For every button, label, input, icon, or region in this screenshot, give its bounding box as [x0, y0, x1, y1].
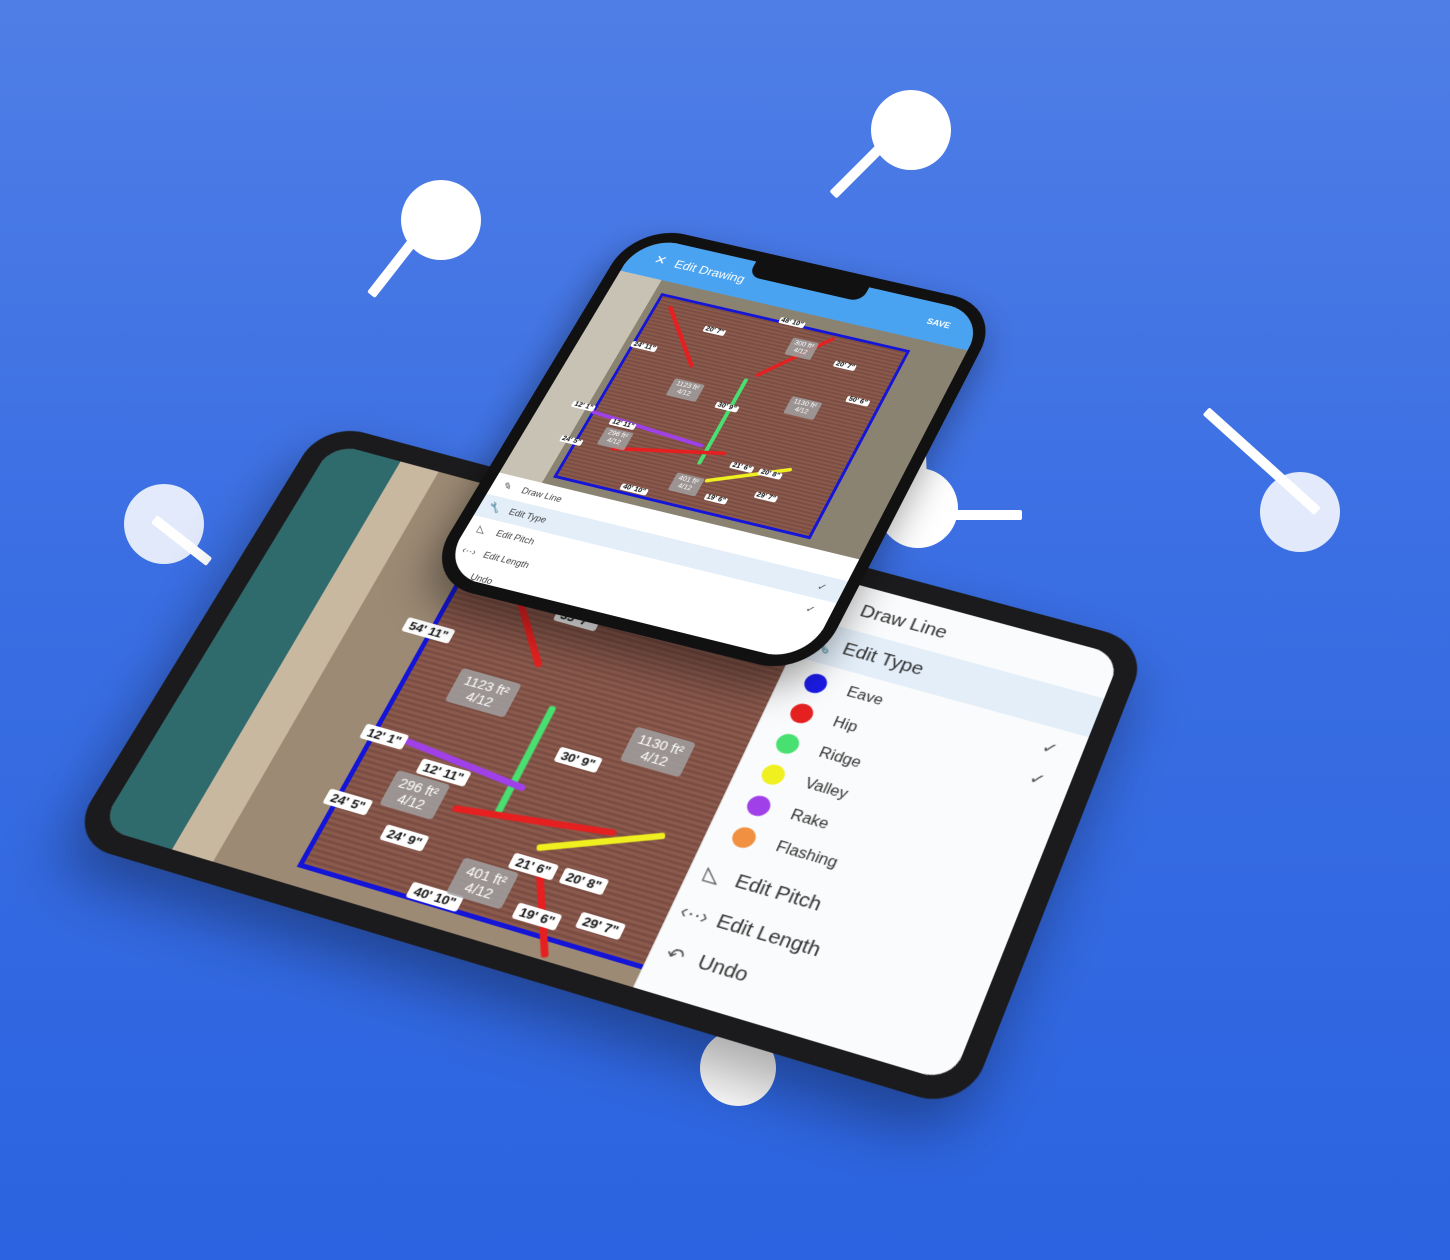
checkmark-icon: ✓ [815, 581, 829, 594]
edit-type-label: Edit Type [506, 506, 549, 525]
edit-type-label: Edit Type [839, 639, 927, 679]
line-type-label: Valley [802, 775, 851, 803]
line-type-label: Ridge [816, 745, 864, 772]
color-swatch [800, 671, 831, 696]
checkmark-icon: ✓ [803, 603, 818, 616]
draw-line-label: Draw Line [519, 485, 565, 505]
close-icon[interactable]: ✕ [651, 252, 671, 268]
color-swatch [728, 824, 760, 851]
color-swatch [772, 731, 803, 757]
line-type-label: Hip [830, 714, 860, 736]
line-type-label: Rake [787, 807, 832, 833]
undo-label: Undo [694, 951, 752, 987]
page-title: Edit Drawing [672, 257, 749, 286]
color-swatch [786, 701, 817, 726]
undo-label: Undo [468, 571, 495, 587]
checkmark-icon: ✓ [1026, 767, 1049, 790]
save-button[interactable]: SAVE [925, 317, 952, 330]
edit-pitch-label: Edit Pitch [494, 528, 537, 547]
measurement-label[interactable]: 12' 1" [570, 400, 597, 412]
line-type-label: Flashing [773, 838, 841, 872]
line-type-label: Eave [844, 684, 886, 709]
color-swatch [757, 762, 789, 788]
checkmark-icon: ✓ [1039, 737, 1061, 759]
color-swatch [743, 793, 774, 819]
edit-length-label: Edit Length [481, 549, 532, 571]
